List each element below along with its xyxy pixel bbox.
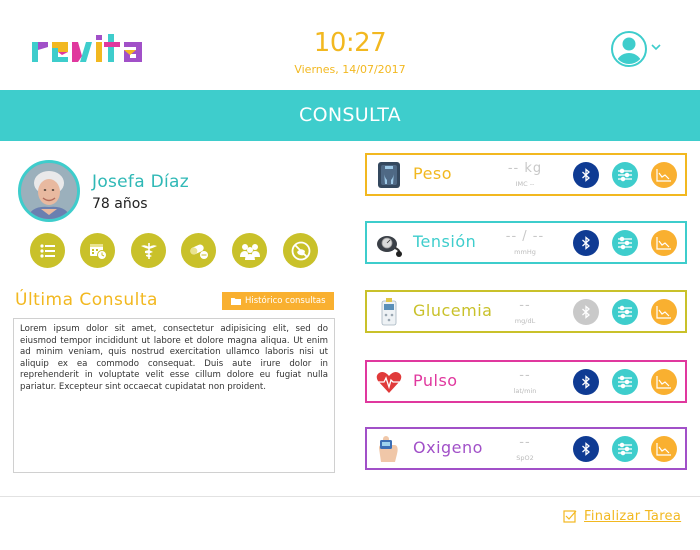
patient-name: Josefa Díaz (92, 172, 189, 192)
pills-icon (189, 244, 208, 259)
list-icon (39, 243, 55, 258)
measurement-label: Peso (413, 164, 453, 183)
medical-button[interactable] (131, 233, 166, 268)
bluetooth-icon (582, 305, 590, 319)
line-chart-icon (656, 237, 671, 250)
finish-task-button[interactable]: Finalizar Tarea (563, 507, 681, 525)
finish-task-label: Finalizar Tarea (584, 508, 682, 524)
measurement-unit: SpO2 (516, 454, 534, 462)
measurement-label: Pulso (413, 371, 458, 390)
user-avatar-icon (611, 31, 647, 67)
diet-button[interactable] (283, 233, 318, 268)
sliders-icon (618, 236, 632, 250)
bluetooth-button[interactable] (573, 299, 599, 325)
measurement-label: Glucemia (413, 301, 493, 320)
measurement-unit: mmHg (514, 248, 536, 256)
section-banner: CONSULTA (0, 90, 700, 141)
line-chart-icon (656, 443, 671, 456)
history-button-label: Histórico consultas (245, 296, 326, 306)
line-chart-icon (656, 376, 671, 389)
history-chart-button[interactable] (651, 369, 677, 395)
chevron-down-icon (651, 44, 661, 51)
heart-pulse-icon (376, 372, 402, 393)
bluetooth-button[interactable] (573, 230, 599, 256)
line-chart-icon (656, 169, 671, 182)
bluetooth-icon (582, 442, 590, 456)
bluetooth-button[interactable] (573, 369, 599, 395)
patient-actions (30, 233, 330, 269)
bluetooth-icon (582, 375, 590, 389)
list-button[interactable] (30, 233, 65, 268)
checkbox-icon (563, 510, 577, 523)
folder-icon (231, 298, 241, 305)
measurement-label: Oxigeno (413, 438, 483, 457)
patient-photo (18, 160, 80, 222)
line-chart-icon (656, 306, 671, 319)
pulse-oximeter-icon (379, 436, 398, 462)
settings-button[interactable] (612, 299, 638, 325)
bluetooth-icon (582, 236, 590, 250)
measurement-unit: IMC -- (515, 180, 535, 188)
sliders-icon (618, 375, 632, 389)
history-chart-button[interactable] (651, 299, 677, 325)
sliders-icon (618, 442, 632, 456)
glucometer-icon (381, 298, 397, 326)
people-icon (239, 243, 260, 260)
measurement-value: -- (519, 368, 531, 383)
consult-notes[interactable]: Lorem ipsum dolor sit amet, consectetur … (13, 318, 335, 473)
revita-logo (30, 30, 145, 70)
user-menu-button[interactable] (610, 30, 665, 70)
settings-button[interactable] (612, 230, 638, 256)
measurement-value: -- kg (507, 161, 543, 176)
clock-time: 10:27 (313, 28, 387, 58)
sliders-icon (618, 305, 632, 319)
blood-pressure-icon (377, 236, 402, 257)
scale-icon (378, 162, 400, 188)
measurement-value: -- / -- (505, 229, 545, 244)
measurement-card-peso: Peso -- kg IMC -- (365, 153, 687, 196)
sliders-icon (618, 168, 632, 182)
settings-button[interactable] (612, 162, 638, 188)
measurement-card-oxigeno: Oxigeno -- SpO2 (365, 427, 687, 470)
page-title: CONSULTA (299, 104, 401, 126)
measurement-label: Tensión (413, 232, 477, 251)
no-food-icon (291, 241, 310, 260)
last-consult-title: Última Consulta (15, 290, 158, 310)
measurement-card-tension: Tensión -- / -- mmHg (365, 221, 687, 264)
bluetooth-icon (582, 168, 590, 182)
measurement-card-glucemia: Glucemia -- mg/dL (365, 290, 687, 333)
settings-button[interactable] (612, 436, 638, 462)
history-chart-button[interactable] (651, 230, 677, 256)
measurement-unit: lat/min (513, 387, 537, 395)
measurement-value: -- (519, 298, 531, 313)
patient-age: 78 años (92, 196, 148, 212)
medication-button[interactable] (181, 233, 216, 268)
footer-divider (0, 496, 700, 497)
measurement-unit: mg/dL (514, 317, 536, 325)
bluetooth-button[interactable] (573, 162, 599, 188)
history-chart-button[interactable] (651, 436, 677, 462)
history-chart-button[interactable] (651, 162, 677, 188)
bluetooth-button[interactable] (573, 436, 599, 462)
history-button[interactable]: Histórico consultas (222, 292, 334, 310)
schedule-button[interactable] (80, 233, 115, 268)
family-button[interactable] (232, 233, 267, 268)
caduceus-icon (140, 242, 157, 259)
settings-button[interactable] (612, 369, 638, 395)
measurement-value: -- (519, 435, 531, 450)
measurement-card-pulso: Pulso -- lat/min (365, 360, 687, 403)
clock-date: Viernes, 14/07/2017 (294, 63, 406, 76)
calendar-clock-icon (89, 243, 107, 260)
